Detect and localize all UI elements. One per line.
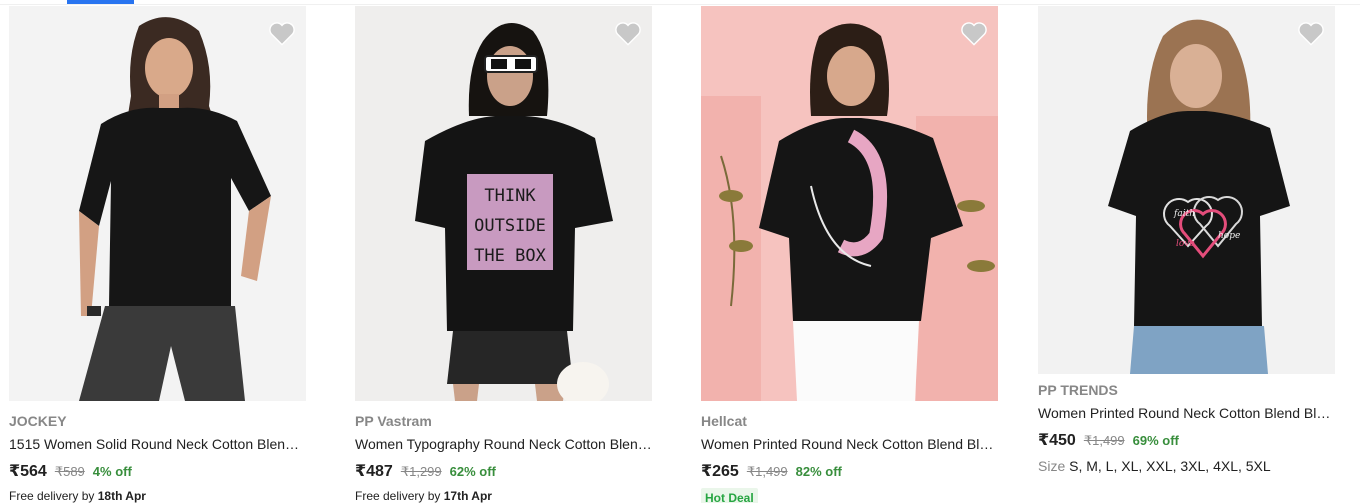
delivery-info: Free delivery by 18th Apr xyxy=(9,488,306,503)
product-title[interactable]: Women Printed Round Neck Cotton Blend Bl… xyxy=(701,435,998,453)
selling-price: ₹265 xyxy=(701,463,739,480)
brand-name: JOCKEY xyxy=(9,413,67,429)
discount-percent: 4% off xyxy=(92,464,132,479)
print-word-3: hope xyxy=(1218,231,1240,241)
discount-percent: 69% off xyxy=(1132,433,1179,448)
product-title[interactable]: Women Printed Round Neck Cotton Blend Bl… xyxy=(1038,404,1335,422)
product-image[interactable]: THINK OUTSIDE THE BOX xyxy=(355,6,652,401)
delivery-date: 18th Apr xyxy=(97,489,146,503)
tshirt-print-text: THINK OUTSIDE THE BOX xyxy=(474,186,546,266)
original-price: ₹1,299 xyxy=(400,464,442,479)
top-divider xyxy=(0,0,1360,5)
original-price: ₹1,499 xyxy=(746,464,788,479)
product-image[interactable]: faith love hope xyxy=(1038,6,1335,374)
product-card-2[interactable]: THINK OUTSIDE THE BOX PP Vastram Women T… xyxy=(355,6,652,503)
price-row: ₹564 ₹589 4% off xyxy=(9,461,306,481)
delivery-prefix: Free delivery by xyxy=(355,489,441,503)
brand-name: PP Vastram xyxy=(355,413,432,429)
hot-deal-badge: Hot Deal xyxy=(701,488,758,503)
size-list: S, M, L, XL, XXL, 3XL, 4XL, 5XL xyxy=(1069,458,1271,474)
product-photo xyxy=(9,6,306,401)
delivery-date: 17th Apr xyxy=(443,489,492,503)
wishlist-heart-icon[interactable] xyxy=(614,20,642,46)
delivery-info: Free delivery by 17th Apr xyxy=(355,488,652,503)
product-title[interactable]: 1515 Women Solid Round Neck Cotton Blend… xyxy=(9,435,306,453)
product-photo xyxy=(701,6,998,401)
size-label: Size xyxy=(1038,458,1066,474)
product-card-3[interactable]: Hellcat Women Printed Round Neck Cotton … xyxy=(701,6,998,503)
discount-percent: 82% off xyxy=(795,464,842,479)
print-line-1: THINK xyxy=(484,186,536,206)
brand-name: Hellcat xyxy=(701,413,747,429)
tshirt-print-graphic: faith love hope xyxy=(1163,196,1243,259)
product-image[interactable] xyxy=(9,6,306,401)
brand-name: PP TRENDS xyxy=(1038,382,1118,398)
discount-percent: 62% off xyxy=(449,464,496,479)
active-tab-indicator xyxy=(67,0,134,4)
available-sizes: Size S, M, L, XL, XXL, 3XL, 4XL, 5XL xyxy=(1038,458,1335,476)
wishlist-heart-icon[interactable] xyxy=(1297,20,1325,46)
price-row: ₹450 ₹1,499 69% off xyxy=(1038,430,1335,450)
wishlist-heart-icon[interactable] xyxy=(960,20,988,46)
original-price: ₹1,499 xyxy=(1083,433,1125,448)
price-row: ₹487 ₹1,299 62% off xyxy=(355,461,652,481)
price-row: ₹265 ₹1,499 82% off xyxy=(701,461,998,481)
selling-price: ₹564 xyxy=(9,463,47,480)
print-word-1: faith xyxy=(1173,209,1195,219)
product-card-1[interactable]: JOCKEY 1515 Women Solid Round Neck Cotto… xyxy=(9,6,306,503)
product-card-4[interactable]: faith love hope PP TRENDS Women Printed … xyxy=(1038,6,1335,476)
print-line-2: OUTSIDE xyxy=(474,216,546,236)
product-image[interactable] xyxy=(701,6,998,401)
selling-price: ₹487 xyxy=(355,463,393,480)
print-word-2: love xyxy=(1176,239,1195,249)
wishlist-heart-icon[interactable] xyxy=(268,20,296,46)
delivery-prefix: Free delivery by xyxy=(9,489,95,503)
print-line-3: THE BOX xyxy=(474,246,546,266)
selling-price: ₹450 xyxy=(1038,432,1076,449)
product-title[interactable]: Women Typography Round Neck Cotton Blend… xyxy=(355,435,652,453)
original-price: ₹589 xyxy=(54,464,85,479)
